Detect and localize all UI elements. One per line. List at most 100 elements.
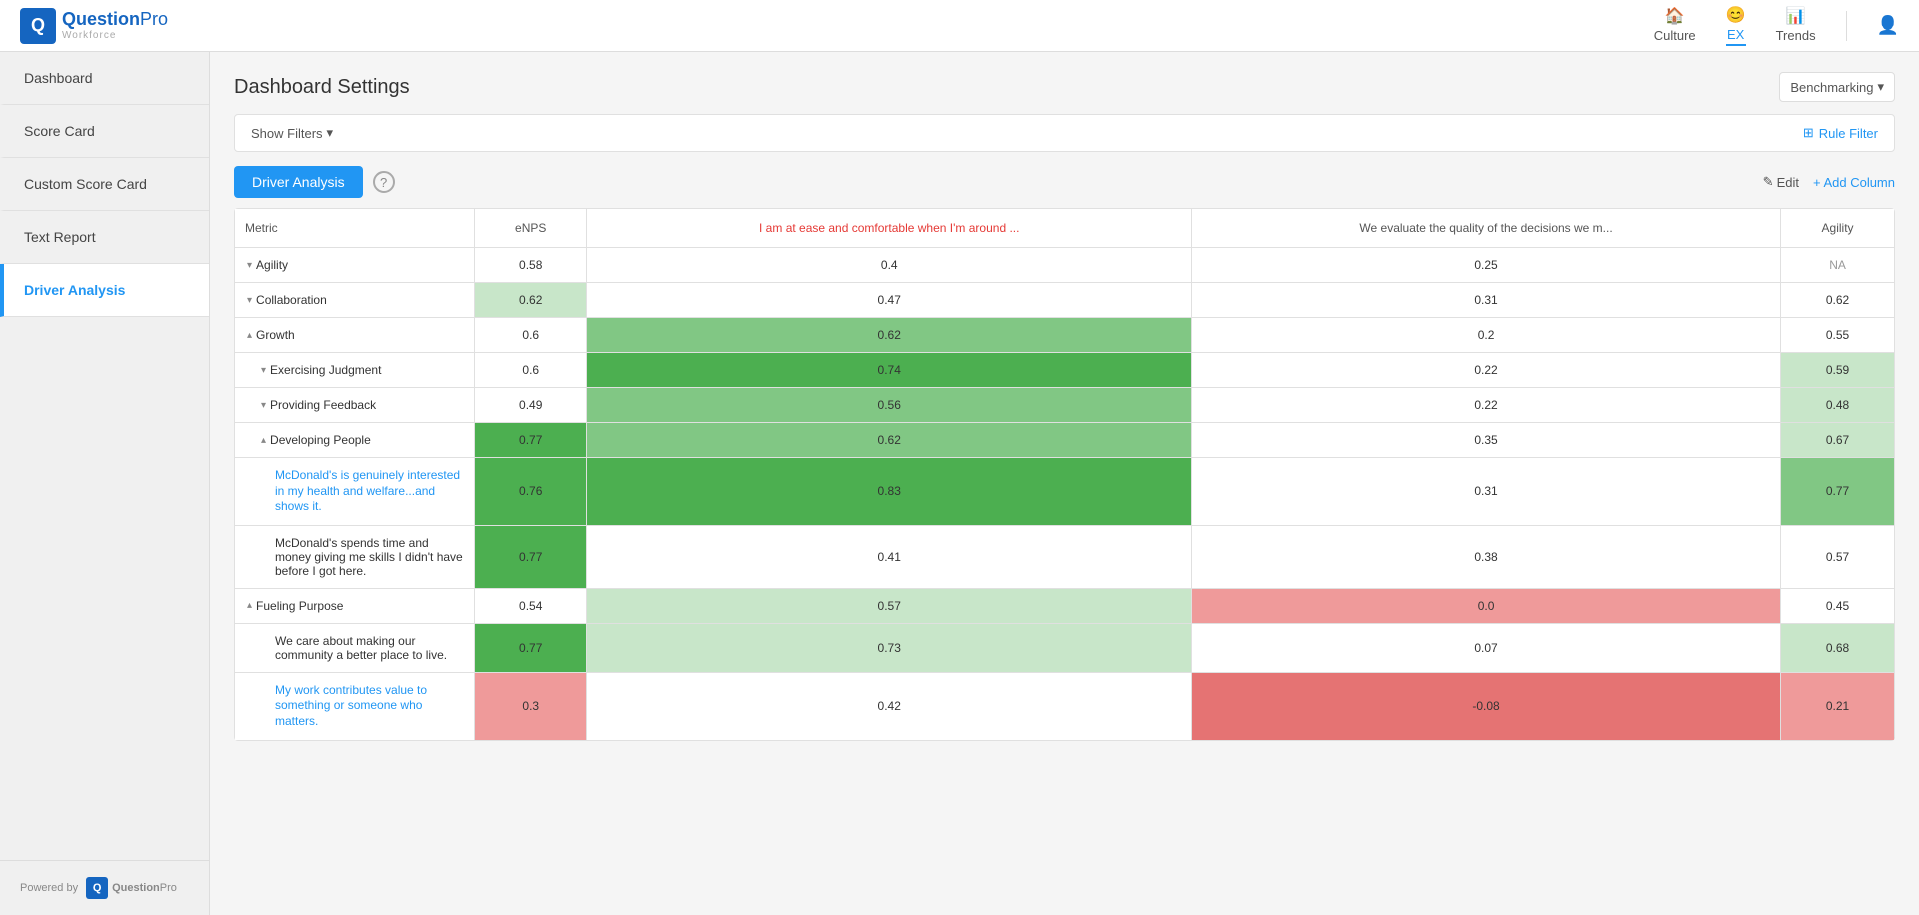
chevron-icon[interactable]: ▾ xyxy=(261,365,266,376)
value-cell: 0.73 xyxy=(587,623,1192,672)
chevron-down-icon: ▾ xyxy=(1877,79,1884,95)
brand-name: QuestionPro xyxy=(62,10,168,30)
nav-trends[interactable]: 📊 Trends xyxy=(1776,6,1816,45)
value-cell: 0.77 xyxy=(1781,458,1895,526)
metric-cell: McDonald's is genuinely interested in my… xyxy=(235,458,475,526)
show-filters-label: Show Filters xyxy=(251,126,323,141)
table-row: ▴Growth0.60.620.20.55 xyxy=(235,318,1895,353)
cell-value: 0.48 xyxy=(1826,398,1849,412)
sidebar-label-driver-analysis: Driver Analysis xyxy=(24,282,125,298)
cell-value: 0.42 xyxy=(878,699,901,713)
cell-value: 0.25 xyxy=(1474,258,1497,272)
metric-label-text[interactable]: My work contributes value to something o… xyxy=(275,683,464,730)
help-icon[interactable]: ? xyxy=(373,171,395,193)
cell-value: 0.83 xyxy=(878,484,901,498)
driver-table-container: Metric eNPS I am at ease and comfortable… xyxy=(234,208,1895,741)
value-cell: 0.77 xyxy=(475,423,587,458)
cell-value: 0.6 xyxy=(522,363,539,377)
edit-label: Edit xyxy=(1777,175,1799,190)
table-row: We care about making our community a bet… xyxy=(235,623,1895,672)
cell-value: 0.77 xyxy=(1826,484,1849,498)
ex-icon: 😊 xyxy=(1726,5,1746,25)
cell-value: 0.74 xyxy=(878,363,901,377)
sidebar-item-custom-score-card[interactable]: Custom Score Card xyxy=(0,158,209,211)
chevron-icon[interactable]: ▾ xyxy=(247,260,252,271)
nav-culture[interactable]: 🏠 Culture xyxy=(1654,6,1696,45)
metric-cell: ▾ Agility xyxy=(235,248,475,283)
edit-button[interactable]: ✎ Edit xyxy=(1763,174,1799,190)
cell-value: -0.08 xyxy=(1472,699,1499,713)
nav-divider xyxy=(1846,11,1847,41)
metric-cell: ▾Collaboration xyxy=(235,283,475,318)
cell-value: 0.59 xyxy=(1826,363,1849,377)
chevron-icon[interactable]: ▴ xyxy=(247,600,252,611)
driver-table: Metric eNPS I am at ease and comfortable… xyxy=(234,208,1895,741)
value-cell: 0.45 xyxy=(1781,588,1895,623)
metric-label-text: Agility xyxy=(256,258,288,272)
cell-value: 0.57 xyxy=(878,599,901,613)
cell-value: 0.55 xyxy=(1826,328,1849,342)
driver-analysis-tab-button[interactable]: Driver Analysis xyxy=(234,166,363,198)
th-enps: eNPS xyxy=(475,209,587,248)
cell-value: 0.62 xyxy=(878,328,901,342)
benchmarking-button[interactable]: Benchmarking ▾ xyxy=(1779,72,1895,102)
cell-value: NA xyxy=(1829,258,1846,272)
nav-trends-label: Trends xyxy=(1776,28,1816,43)
cell-value: 0.3 xyxy=(522,699,539,713)
home-icon: 🏠 xyxy=(1665,6,1685,26)
table-row: My work contributes value to something o… xyxy=(235,672,1895,740)
benchmarking-label: Benchmarking xyxy=(1790,80,1873,95)
metric-cell: ▴Fueling Purpose xyxy=(235,588,475,623)
value-cell: 0.62 xyxy=(587,423,1192,458)
nav-ex[interactable]: 😊 EX xyxy=(1726,5,1746,46)
chevron-icon[interactable]: ▾ xyxy=(247,295,252,306)
filter-icon: ⊞ xyxy=(1803,125,1814,141)
cell-value: 0.77 xyxy=(519,433,542,447)
sidebar-label-custom-score-card: Custom Score Card xyxy=(24,176,147,192)
add-column-button[interactable]: + Add Column xyxy=(1813,175,1895,190)
cell-value: 0.47 xyxy=(878,293,901,307)
metric-label-text: Developing People xyxy=(270,433,371,447)
user-icon[interactable]: 👤 xyxy=(1877,15,1899,36)
logo-text: QuestionPro Workforce xyxy=(62,10,168,41)
cell-value: 0.58 xyxy=(519,258,542,272)
sidebar-item-driver-analysis[interactable]: Driver Analysis xyxy=(0,264,209,317)
value-cell: 0.2 xyxy=(1192,318,1781,353)
cell-value: 0.0 xyxy=(1478,599,1495,613)
show-filters-button[interactable]: Show Filters ▾ xyxy=(251,125,333,141)
sidebar-label-dashboard: Dashboard xyxy=(24,70,93,86)
cell-value: 0.49 xyxy=(519,398,542,412)
cell-value: 0.41 xyxy=(878,550,901,564)
main-content: Dashboard Settings Benchmarking ▾ Show F… xyxy=(210,52,1919,915)
value-cell: 0.68 xyxy=(1781,623,1895,672)
chevron-down-icon: ▾ xyxy=(327,125,334,141)
sidebar-footer: Powered by Q QuestionPro xyxy=(0,860,209,915)
value-cell: 0.31 xyxy=(1192,458,1781,526)
cell-value: 0.68 xyxy=(1826,641,1849,655)
edit-icon: ✎ xyxy=(1763,174,1774,190)
cell-value: 0.38 xyxy=(1474,550,1497,564)
value-cell: NA xyxy=(1781,248,1895,283)
cell-value: 0.56 xyxy=(878,398,901,412)
rule-filter-button[interactable]: ⊞ Rule Filter xyxy=(1803,125,1878,141)
table-row: ▾Exercising Judgment0.60.740.220.59 xyxy=(235,353,1895,388)
nav-ex-label: EX xyxy=(1727,27,1744,42)
sidebar-item-text-report[interactable]: Text Report xyxy=(0,211,209,264)
chevron-icon[interactable]: ▾ xyxy=(261,400,266,411)
value-cell: 0.55 xyxy=(1781,318,1895,353)
sidebar-label-scorecard: Score Card xyxy=(24,123,95,139)
value-cell: 0.59 xyxy=(1781,353,1895,388)
chevron-icon[interactable]: ▴ xyxy=(247,330,252,341)
value-cell: 0.83 xyxy=(587,458,1192,526)
cell-value: 0.22 xyxy=(1474,363,1497,377)
chevron-icon[interactable]: ▴ xyxy=(261,435,266,446)
top-navigation: Q QuestionPro Workforce 🏠 Culture 😊 EX 📊… xyxy=(0,0,1919,52)
cell-value: 0.31 xyxy=(1474,484,1497,498)
sidebar-item-scorecard[interactable]: Score Card xyxy=(0,105,209,158)
value-cell: 0.48 xyxy=(1781,388,1895,423)
th-col3: We evaluate the quality of the decisions… xyxy=(1192,209,1781,248)
th-agility: Agility xyxy=(1781,209,1895,248)
metric-label-text[interactable]: McDonald's is genuinely interested in my… xyxy=(275,468,464,515)
sidebar-item-dashboard[interactable]: Dashboard xyxy=(0,52,209,105)
cell-value: 0.35 xyxy=(1474,433,1497,447)
